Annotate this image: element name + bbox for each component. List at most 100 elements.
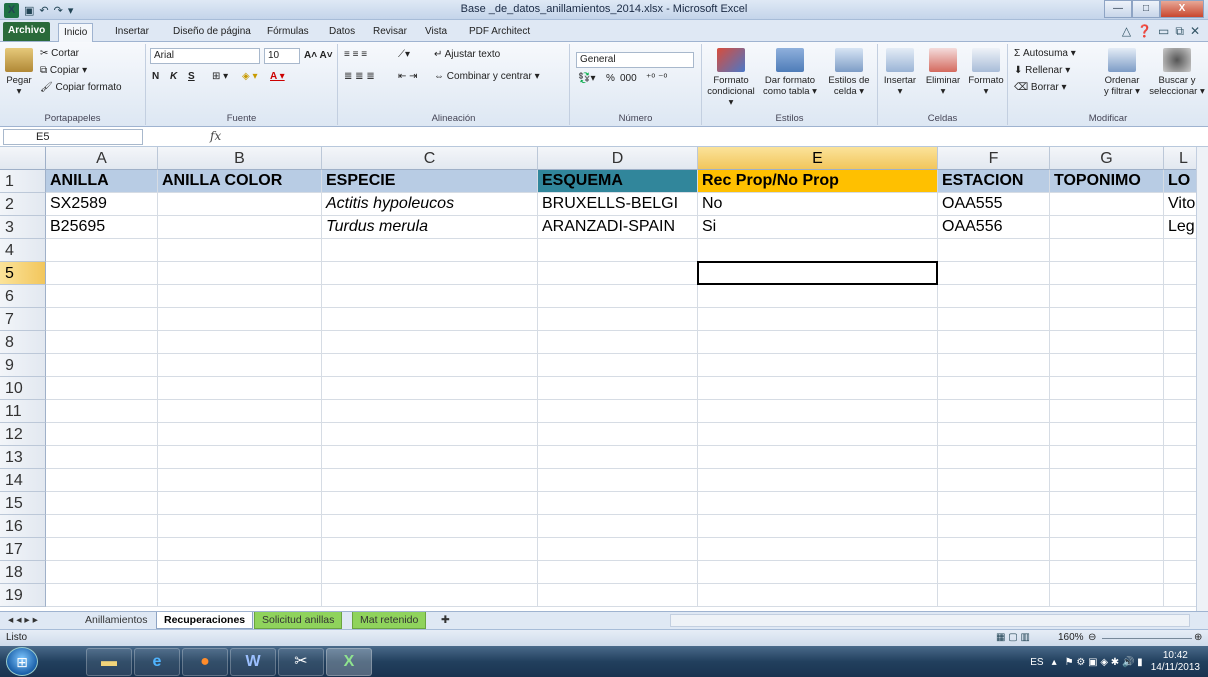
empty-cell[interactable]: [1050, 446, 1164, 469]
empty-cell[interactable]: [538, 262, 698, 285]
internet-explorer-icon[interactable]: e: [134, 648, 180, 676]
empty-cell[interactable]: [46, 515, 158, 538]
empty-cell[interactable]: [1050, 331, 1164, 354]
column-header[interactable]: D: [538, 147, 698, 170]
empty-cell[interactable]: [938, 239, 1050, 262]
table-cell[interactable]: B25695: [46, 216, 158, 239]
empty-cell[interactable]: [1164, 377, 1196, 400]
table-cell[interactable]: BRUXELLS-BELGI: [538, 193, 698, 216]
empty-cell[interactable]: [938, 400, 1050, 423]
sheet-tab-solicitud-anillas[interactable]: Solicitud anillas: [254, 612, 343, 629]
column-header[interactable]: E: [698, 147, 938, 170]
empty-cell[interactable]: [1050, 354, 1164, 377]
empty-cell[interactable]: [158, 446, 322, 469]
help-icon[interactable]: ❓: [1137, 24, 1152, 39]
empty-cell[interactable]: [1164, 331, 1196, 354]
empty-cell[interactable]: [938, 262, 1050, 285]
workbook-restore-icon[interactable]: ⧉: [1175, 24, 1184, 39]
sort-filter-button[interactable]: Ordenar y filtrar ▾: [1096, 48, 1148, 97]
format-as-table-button[interactable]: Dar formato como tabla ▾: [760, 48, 820, 97]
empty-cell[interactable]: [538, 584, 698, 607]
empty-cell[interactable]: [158, 308, 322, 331]
close-button[interactable]: X: [1160, 0, 1204, 18]
percent-button[interactable]: %: [606, 72, 615, 86]
empty-cell[interactable]: [46, 285, 158, 308]
empty-cell[interactable]: [158, 354, 322, 377]
firefox-icon[interactable]: ●: [182, 648, 228, 676]
empty-cell[interactable]: [46, 354, 158, 377]
paste-button[interactable]: Pegar ▾: [3, 48, 35, 97]
zoom-slider[interactable]: [1102, 638, 1192, 639]
column-header[interactable]: L: [1164, 147, 1196, 170]
horizontal-scrollbar[interactable]: [670, 614, 1190, 627]
delete-cells-button[interactable]: Eliminar ▾: [922, 48, 964, 97]
table-cell[interactable]: Si: [698, 216, 938, 239]
empty-cell[interactable]: [1050, 469, 1164, 492]
empty-cell[interactable]: [698, 515, 938, 538]
view-buttons-icon[interactable]: ▦ ▢ ▥: [996, 630, 1030, 646]
empty-cell[interactable]: [938, 469, 1050, 492]
minimize-button[interactable]: —: [1104, 0, 1132, 18]
empty-cell[interactable]: [1050, 308, 1164, 331]
currency-icon[interactable]: 💱▾: [578, 72, 595, 86]
empty-cell[interactable]: [322, 515, 538, 538]
orientation-icon[interactable]: ⟋▾: [398, 48, 410, 62]
empty-cell[interactable]: [1050, 400, 1164, 423]
table-cell[interactable]: No: [698, 193, 938, 216]
file-explorer-icon[interactable]: ▬: [86, 648, 132, 676]
tab-diseno-pagina[interactable]: Diseño de página: [168, 23, 256, 42]
empty-cell[interactable]: [938, 538, 1050, 561]
table-cell[interactable]: OAA556: [938, 216, 1050, 239]
empty-cell[interactable]: [158, 584, 322, 607]
empty-cell[interactable]: [698, 285, 938, 308]
word-icon[interactable]: W: [230, 648, 276, 676]
empty-cell[interactable]: [1164, 538, 1196, 561]
row-header[interactable]: 5: [0, 262, 46, 285]
empty-cell[interactable]: [322, 400, 538, 423]
workbook-minimize-icon[interactable]: ▭: [1158, 24, 1169, 39]
tab-datos[interactable]: Datos: [324, 23, 360, 42]
empty-cell[interactable]: [698, 561, 938, 584]
empty-cell[interactable]: [158, 285, 322, 308]
zoom-in-icon[interactable]: ⊕: [1194, 630, 1202, 646]
empty-cell[interactable]: [538, 285, 698, 308]
row-header[interactable]: 12: [0, 423, 46, 446]
empty-cell[interactable]: [46, 308, 158, 331]
font-size-select[interactable]: 10: [264, 48, 300, 64]
column-header[interactable]: C: [322, 147, 538, 170]
language-indicator[interactable]: ES: [1030, 657, 1043, 668]
empty-cell[interactable]: [1050, 515, 1164, 538]
empty-cell[interactable]: [1164, 584, 1196, 607]
table-cell[interactable]: [158, 216, 322, 239]
header-cell[interactable]: TOPONIMO: [1050, 170, 1164, 193]
table-cell[interactable]: [1050, 216, 1164, 239]
empty-cell[interactable]: [538, 538, 698, 561]
font-color-icon[interactable]: A ▾: [270, 70, 285, 84]
table-cell[interactable]: Turdus merula: [322, 216, 538, 239]
taskbar-clock[interactable]: 10:42 14/11/2013: [1151, 650, 1200, 674]
row-header[interactable]: 16: [0, 515, 46, 538]
copy-button[interactable]: ⧉ Copiar ▾: [40, 64, 87, 78]
insert-cells-button[interactable]: Insertar ▾: [880, 48, 920, 97]
row-header[interactable]: 6: [0, 285, 46, 308]
tab-revisar[interactable]: Revisar: [368, 23, 412, 42]
italic-button[interactable]: K: [170, 70, 177, 84]
empty-cell[interactable]: [1050, 423, 1164, 446]
maximize-button[interactable]: □: [1132, 0, 1160, 18]
vertical-scrollbar[interactable]: [1196, 147, 1208, 611]
empty-cell[interactable]: [698, 308, 938, 331]
empty-cell[interactable]: [46, 239, 158, 262]
empty-cell[interactable]: [322, 561, 538, 584]
empty-cell[interactable]: [322, 469, 538, 492]
empty-cell[interactable]: [538, 446, 698, 469]
empty-cell[interactable]: [46, 331, 158, 354]
empty-cell[interactable]: [1164, 400, 1196, 423]
tab-vista[interactable]: Vista: [420, 23, 452, 42]
header-cell[interactable]: ESTACION: [938, 170, 1050, 193]
excel-taskbar-icon[interactable]: X: [326, 648, 372, 676]
table-cell[interactable]: ARANZADI-SPAIN: [538, 216, 698, 239]
empty-cell[interactable]: [1164, 515, 1196, 538]
cut-button[interactable]: ✂ Cortar: [40, 47, 79, 61]
column-header[interactable]: B: [158, 147, 322, 170]
row-header[interactable]: 9: [0, 354, 46, 377]
